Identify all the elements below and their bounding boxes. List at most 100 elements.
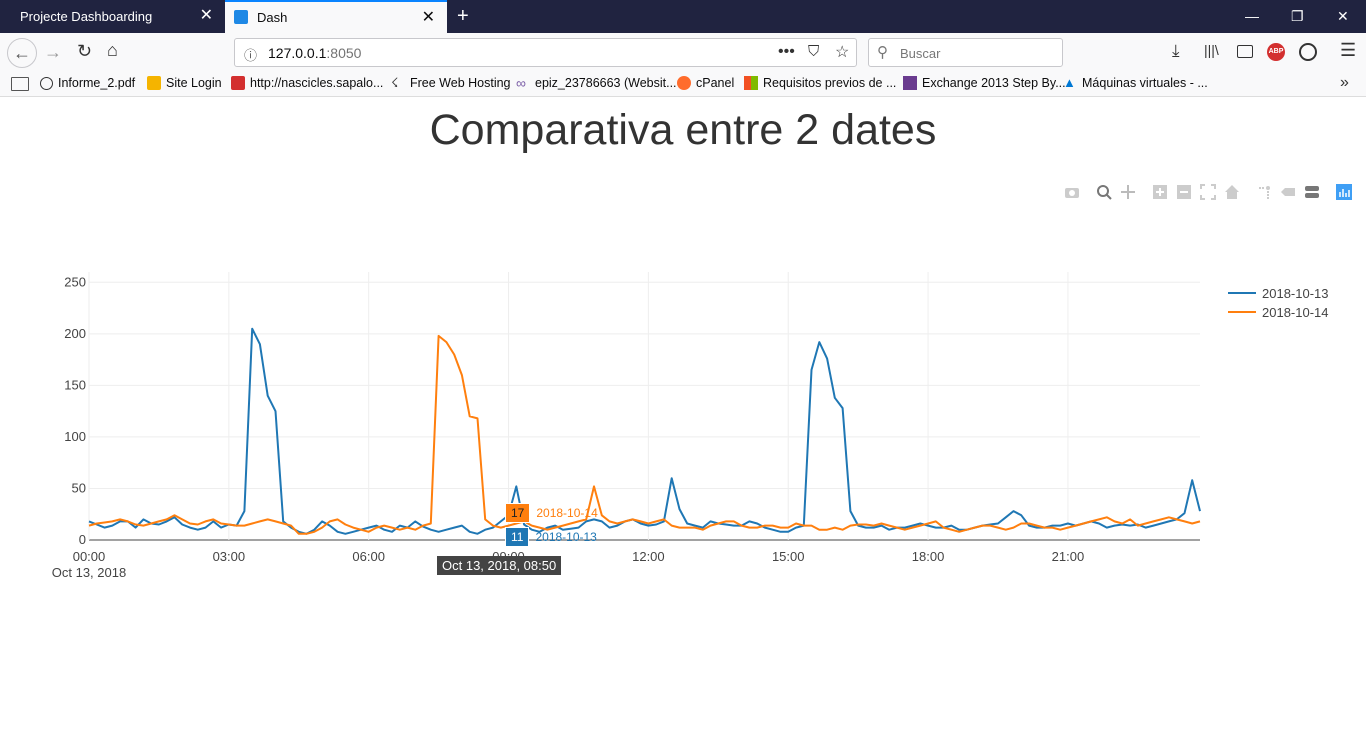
menu-icon[interactable]: ☰ <box>1340 40 1356 61</box>
forward-icon[interactable]: → <box>44 42 62 63</box>
zoom-out-icon[interactable] <box>1176 184 1192 200</box>
bookmark-item[interactable]: Informe_2.pdf <box>40 76 135 90</box>
bookmark-label: Free Web Hosting <box>410 76 511 90</box>
infinity-icon: ∞ <box>516 75 526 91</box>
hover-compare-icon[interactable] <box>1304 184 1320 200</box>
azure-icon: ▲ <box>1063 75 1076 90</box>
y-tick-label: 150 <box>64 377 86 392</box>
bookmark-item[interactable]: cPanel <box>677 76 734 90</box>
zoom-in-icon[interactable] <box>1152 184 1168 200</box>
legend-label[interactable]: 2018-10-14 <box>1262 305 1329 320</box>
hover-closest-icon[interactable] <box>1280 184 1296 200</box>
adblock-icon[interactable]: ABP <box>1267 43 1285 61</box>
bookmark-label: Requisitos previos de ... <box>763 76 897 90</box>
y-tick-label: 100 <box>64 429 86 444</box>
close-tab-icon[interactable]: ✕ <box>422 10 435 26</box>
hover-label-series-2018-10-13: 11 2018-10-13 <box>505 527 597 547</box>
pan-icon[interactable] <box>1120 184 1136 200</box>
navigation-bar: ← → ↻ ⌂ ⓘ 127.0.0.1:8050 ••• ⛉ ☆ ⚲ Busca… <box>0 33 1366 73</box>
page-actions-icon[interactable]: ••• <box>778 43 795 61</box>
pocket-icon[interactable]: ⛉ <box>808 43 819 60</box>
bookmark-item[interactable]: ∞ epiz_23786663 (Websit... <box>516 76 677 90</box>
hover-x-label: Oct 13, 2018, 08:50 <box>437 556 562 575</box>
hover-series-label: 2018-10-13 <box>535 530 597 544</box>
home-icon[interactable]: ⌂ <box>107 40 118 61</box>
back-icon[interactable]: ← <box>7 38 37 68</box>
package-icon <box>147 76 161 90</box>
url-bar[interactable]: ⓘ 127.0.0.1:8050 ••• ⛉ ☆ <box>234 38 857 67</box>
spike-lines-icon[interactable] <box>1256 184 1272 200</box>
hover-label-series-2018-10-14: 17 2018-10-14 <box>505 503 598 523</box>
x-tick-label: 00:00 <box>73 549 106 564</box>
dash-favicon-icon <box>234 10 248 24</box>
y-tick-label: 50 <box>72 480 86 495</box>
globe-icon <box>40 76 53 90</box>
microsoft-icon <box>744 76 758 90</box>
browser-tab-bar: Projecte Dashboarding ✕ Dash ✕ + — ❐ ✕ <box>0 0 1366 33</box>
chart-series <box>88 327 1201 535</box>
reload-icon[interactable]: ↻ <box>77 41 92 62</box>
sidebar-icon[interactable] <box>1237 45 1253 58</box>
url-text: 127.0.0.1:8050 <box>268 45 361 61</box>
library-icon[interactable]: |||\ <box>1204 42 1219 58</box>
url-port: :8050 <box>326 45 362 61</box>
y-tick-label: 0 <box>79 532 86 547</box>
bookmark-label: epiz_23786663 (Websit... <box>535 76 677 90</box>
x-tick-sublabel: Oct 13, 2018 <box>52 565 126 580</box>
plotly-logo-icon[interactable] <box>1336 184 1352 200</box>
minimize-icon[interactable]: — <box>1245 8 1259 24</box>
bookmark-item[interactable]: Site Login <box>147 76 222 90</box>
zoom-icon[interactable] <box>1096 184 1112 200</box>
hosting-icon: ☇ <box>391 75 399 90</box>
series-line-2018-10-13 <box>88 327 1201 535</box>
bookmark-item[interactable]: Exchange 2013 Step By... <box>903 76 1066 90</box>
hover-value: 17 <box>505 503 531 523</box>
bookmark-item[interactable]: ☇ Free Web Hosting <box>391 75 511 91</box>
close-window-icon[interactable]: ✕ <box>1337 8 1349 25</box>
url-host: 127.0.0.1 <box>268 45 327 61</box>
bookmark-label: cPanel <box>696 76 735 90</box>
series-line-2018-10-14 <box>88 334 1201 535</box>
y-tick-label: 200 <box>64 326 86 341</box>
x-tick-label: 06:00 <box>352 549 385 564</box>
bookmark-star-icon[interactable]: ☆ <box>835 42 849 62</box>
x-tick-label: 21:00 <box>1052 549 1085 564</box>
new-tab-icon[interactable]: + <box>457 5 469 28</box>
download-icon[interactable]: ⤓ <box>1172 41 1180 61</box>
site-icon <box>231 76 245 90</box>
bookmark-item[interactable]: Requisitos previos de ... <box>744 76 896 90</box>
bookmark-item[interactable]: http://nascicles.sapalo... <box>231 76 383 90</box>
tab-dash[interactable]: Dash ✕ <box>225 0 447 33</box>
search-icon: ⚲ <box>877 44 888 61</box>
exchange-icon <box>903 76 917 90</box>
tab-label: Dash <box>257 10 288 25</box>
autoscale-icon[interactable] <box>1200 184 1216 200</box>
bookmark-label: http://nascicles.sapalo... <box>250 76 384 90</box>
search-box[interactable]: ⚲ Buscar <box>868 38 1063 67</box>
more-bookmarks-icon[interactable]: » <box>1340 74 1349 92</box>
chart-legend[interactable]: 2018-10-13 2018-10-14 <box>1228 286 1329 320</box>
bookmarks-bar: Informe_2.pdf Site Login http://nascicle… <box>0 73 1366 97</box>
x-tick-label: 03:00 <box>213 549 246 564</box>
restore-icon[interactable]: ❐ <box>1291 8 1304 25</box>
x-tick-label: 18:00 <box>912 549 945 564</box>
bookmark-label: Exchange 2013 Step By... <box>922 76 1066 90</box>
bookmark-label: Informe_2.pdf <box>58 76 136 90</box>
hover-series-label: 2018-10-14 <box>536 506 598 520</box>
account-icon[interactable] <box>1299 43 1317 61</box>
bookmark-label: Site Login <box>166 76 222 90</box>
tab-projecte-dashboarding[interactable]: Projecte Dashboarding ✕ <box>0 0 225 33</box>
reset-axes-icon[interactable] <box>1224 184 1240 200</box>
close-tab-icon[interactable]: ✕ <box>200 8 213 24</box>
chart-grid <box>88 272 1200 541</box>
folder-icon[interactable] <box>11 77 29 91</box>
bookmark-item[interactable]: ▲ Máquinas virtuales - ... <box>1063 75 1208 91</box>
cpanel-icon <box>677 76 691 90</box>
camera-icon[interactable] <box>1064 184 1080 200</box>
search-placeholder: Buscar <box>900 46 941 61</box>
y-tick-label: 250 <box>64 274 86 289</box>
info-icon[interactable]: ⓘ <box>244 45 257 64</box>
x-tick-label: 12:00 <box>632 549 665 564</box>
x-tick-label: 15:00 <box>772 549 805 564</box>
legend-label[interactable]: 2018-10-13 <box>1262 286 1329 301</box>
